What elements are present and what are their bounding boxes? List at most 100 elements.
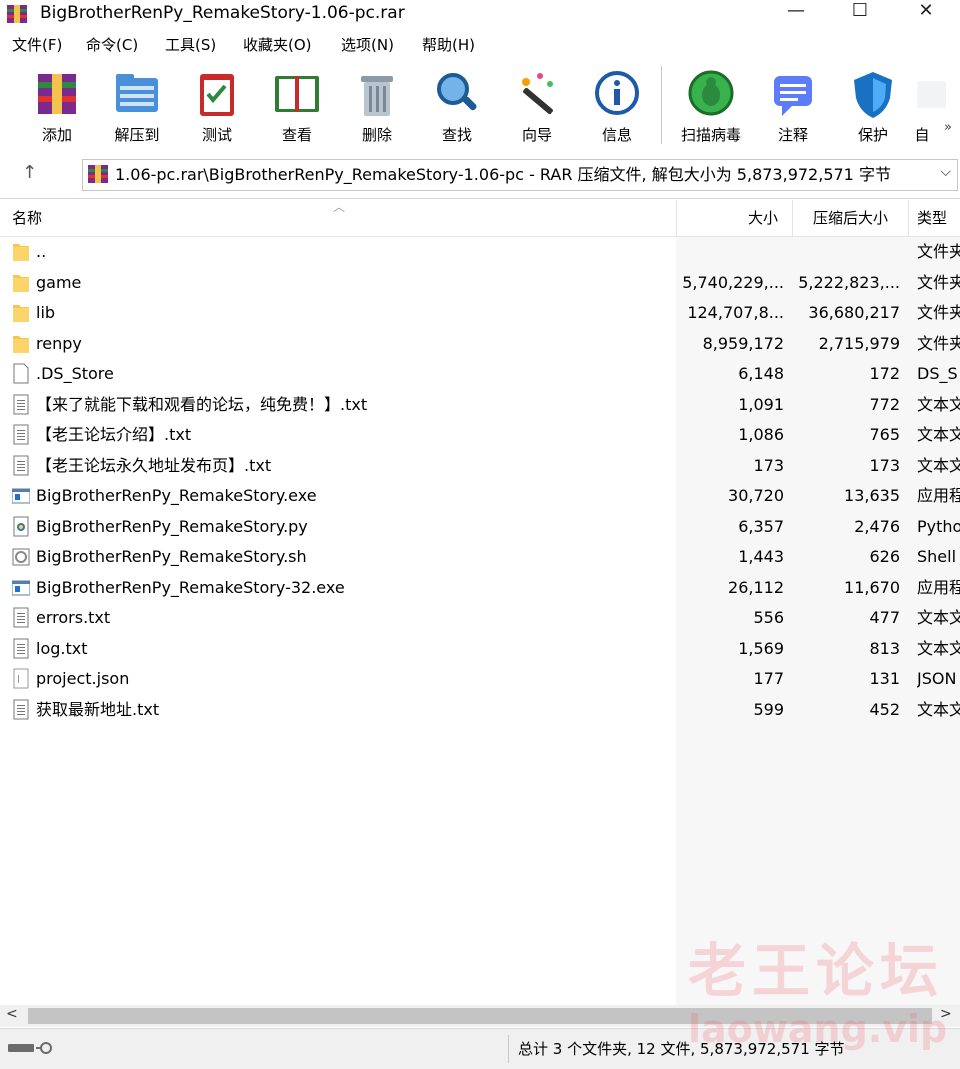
self-extract-button[interactable]: 自 xyxy=(896,62,960,148)
shield-icon xyxy=(854,72,892,118)
file-name: .DS_Store xyxy=(36,364,114,383)
view-book-icon xyxy=(275,76,319,112)
file-row[interactable]: BigBrotherRenPy_RemakeStory.sh 1,443 626 Sh… xyxy=(0,542,960,572)
up-arrow-icon[interactable]: ↑ xyxy=(22,162,37,183)
address-row: ↑ 1.06-pc.rar\BigBrotherRenPy_RemakeStor… xyxy=(0,154,960,196)
comment-label: 注释 xyxy=(777,126,808,144)
file-row[interactable]: project.json 177 131 JSON xyxy=(0,664,960,694)
add-button[interactable]: 添加 xyxy=(22,62,92,148)
file-name: BigBrotherRenPy_RemakeStory.sh xyxy=(36,547,307,566)
toolbar-overflow-icon[interactable]: » xyxy=(944,120,952,135)
file-name: 获取最新地址.txt xyxy=(36,699,160,719)
menu-help[interactable]: 帮助(H) xyxy=(422,34,475,56)
menu-tools[interactable]: 工具(S) xyxy=(165,34,216,56)
comment-button[interactable]: 注释 xyxy=(758,62,828,148)
minimize-button[interactable]: — xyxy=(766,0,826,28)
file-row[interactable]: 【来了就能下载和观看的论坛，纯免费！】.txt 1,091 772 文本文 xyxy=(0,390,960,420)
file-packed-size: 477 xyxy=(869,608,900,627)
file-type: 文本文 xyxy=(917,455,960,475)
file-packed-size: 36,680,217 xyxy=(808,303,900,322)
column-separator[interactable] xyxy=(908,200,909,236)
view-label: 查看 xyxy=(281,126,312,144)
file-type: 文本文 xyxy=(917,425,960,444)
file-row[interactable]: BigBrotherRenPy_RemakeStory-32.exe 26,112… xyxy=(0,573,960,603)
chevron-down-icon[interactable]: ⌵ xyxy=(940,164,951,180)
menu-file[interactable]: 文件(F) xyxy=(12,34,62,56)
file-row[interactable]: .DS_Store 6,148 172 DS_S xyxy=(0,359,960,389)
column-packed[interactable]: 压缩后大小 xyxy=(813,208,888,228)
wizard-button[interactable]: 向导 xyxy=(502,62,572,148)
file-type: 应用程 xyxy=(917,486,960,505)
test-label: 测试 xyxy=(201,126,232,144)
address-path: 1.06-pc.rar\BigBrotherRenPy_RemakeStory-… xyxy=(115,165,891,184)
file-row[interactable]: errors.txt 556 477 文本文 xyxy=(0,603,960,633)
file-packed-size: 2,476 xyxy=(854,516,900,536)
file-type: 文件夹 xyxy=(917,272,960,292)
file-type: 文件夹 xyxy=(917,303,960,322)
info-button[interactable]: 信息 xyxy=(582,62,652,148)
file-name: renpy xyxy=(36,333,82,353)
file-packed-size: 452 xyxy=(869,699,900,719)
menu-favorites[interactable]: 收藏夹(O) xyxy=(243,34,312,56)
file-size: 26,112 xyxy=(728,577,784,597)
maximize-button[interactable]: ☐ xyxy=(830,0,890,28)
file-row[interactable]: lib 124,707,8... 36,680,217 文件夹 xyxy=(0,298,960,328)
file-row[interactable]: 【老王论坛介绍】.txt 1,086 765 文本文 xyxy=(0,420,960,450)
file-type: 应用程 xyxy=(917,577,960,597)
menu-options[interactable]: 选项(N) xyxy=(341,34,394,56)
file-row[interactable]: log.txt 1,569 813 文本文 xyxy=(0,634,960,664)
drive-key-icon xyxy=(8,1042,52,1054)
comment-icon xyxy=(774,76,812,116)
test-button[interactable]: 测试 xyxy=(182,62,252,148)
column-size[interactable]: 大小 xyxy=(748,208,778,228)
file-name: game xyxy=(36,272,82,292)
delete-button[interactable]: 删除 xyxy=(342,62,412,148)
file-size: 556 xyxy=(753,608,784,627)
file-packed-size: 772 xyxy=(869,394,900,414)
file-size: 124,707,8... xyxy=(687,303,784,322)
more-icon xyxy=(917,81,946,109)
extract-to-button[interactable]: 解压到 xyxy=(102,62,172,148)
find-button[interactable]: 查找 xyxy=(422,62,492,148)
file-row[interactable]: 获取最新地址.txt 599 452 文本文 xyxy=(0,695,960,725)
view-button[interactable]: 查看 xyxy=(262,62,332,148)
watermark-title: 老王论坛 xyxy=(688,937,945,1005)
file-type: DS_S xyxy=(917,364,958,383)
file-type: JSON xyxy=(917,669,957,688)
file-type: 文本文 xyxy=(917,394,960,414)
virus-scan-button[interactable]: 扫描病毒 xyxy=(676,62,746,148)
info-icon xyxy=(595,71,639,115)
file-type: 文本文 xyxy=(917,638,960,658)
file-row[interactable]: game 5,740,229,... 5,222,823,... 文件夹 xyxy=(0,268,960,298)
column-separator[interactable] xyxy=(676,200,677,236)
wizard-label: 向导 xyxy=(521,126,552,144)
file-name: 【来了就能下载和观看的论坛，纯免费！】.txt xyxy=(36,394,368,414)
py-file-icon xyxy=(12,516,30,537)
magnifier-icon xyxy=(437,73,477,111)
watermark-url: laowang.vip xyxy=(688,1007,948,1051)
file-name: .. xyxy=(36,242,47,261)
trash-icon xyxy=(361,76,393,116)
scroll-left-icon[interactable]: < xyxy=(6,1006,18,1022)
file-size: 1,443 xyxy=(738,547,784,566)
column-name[interactable]: 名称 xyxy=(12,208,42,228)
file-row[interactable]: 【老王论坛永久地址发布页】.txt 173 173 文本文 xyxy=(0,451,960,481)
file-packed-size: 13,635 xyxy=(844,486,900,505)
virus-scan-icon xyxy=(688,70,734,116)
menu-command[interactable]: 命令(C) xyxy=(86,34,138,56)
menu-bar: 文件(F) 命令(C) 工具(S) 收藏夹(O) 选项(N) 帮助(H) xyxy=(0,30,960,58)
close-button[interactable]: ✕ xyxy=(896,0,956,28)
file-row[interactable]: BigBrotherRenPy_RemakeStory.exe 30,720 13,… xyxy=(0,481,960,511)
file-packed-size: 5,222,823,... xyxy=(798,272,900,292)
column-separator[interactable] xyxy=(792,200,793,236)
file-packed-size: 813 xyxy=(869,638,900,658)
file-row[interactable]: .. 文件夹 xyxy=(0,237,960,267)
address-bar[interactable]: 1.06-pc.rar\BigBrotherRenPy_RemakeStory-… xyxy=(82,159,958,191)
file-row[interactable]: BigBrotherRenPy_RemakeStory.py 6,357 2,476… xyxy=(0,512,960,542)
column-type[interactable]: 类型 xyxy=(917,208,947,228)
file-size: 1,091 xyxy=(738,394,784,414)
file-row[interactable]: renpy 8,959,172 2,715,979 文件夹 xyxy=(0,329,960,359)
file-size: 6,148 xyxy=(738,364,784,383)
folder-icon xyxy=(12,302,30,323)
toolbar-separator xyxy=(661,66,662,144)
